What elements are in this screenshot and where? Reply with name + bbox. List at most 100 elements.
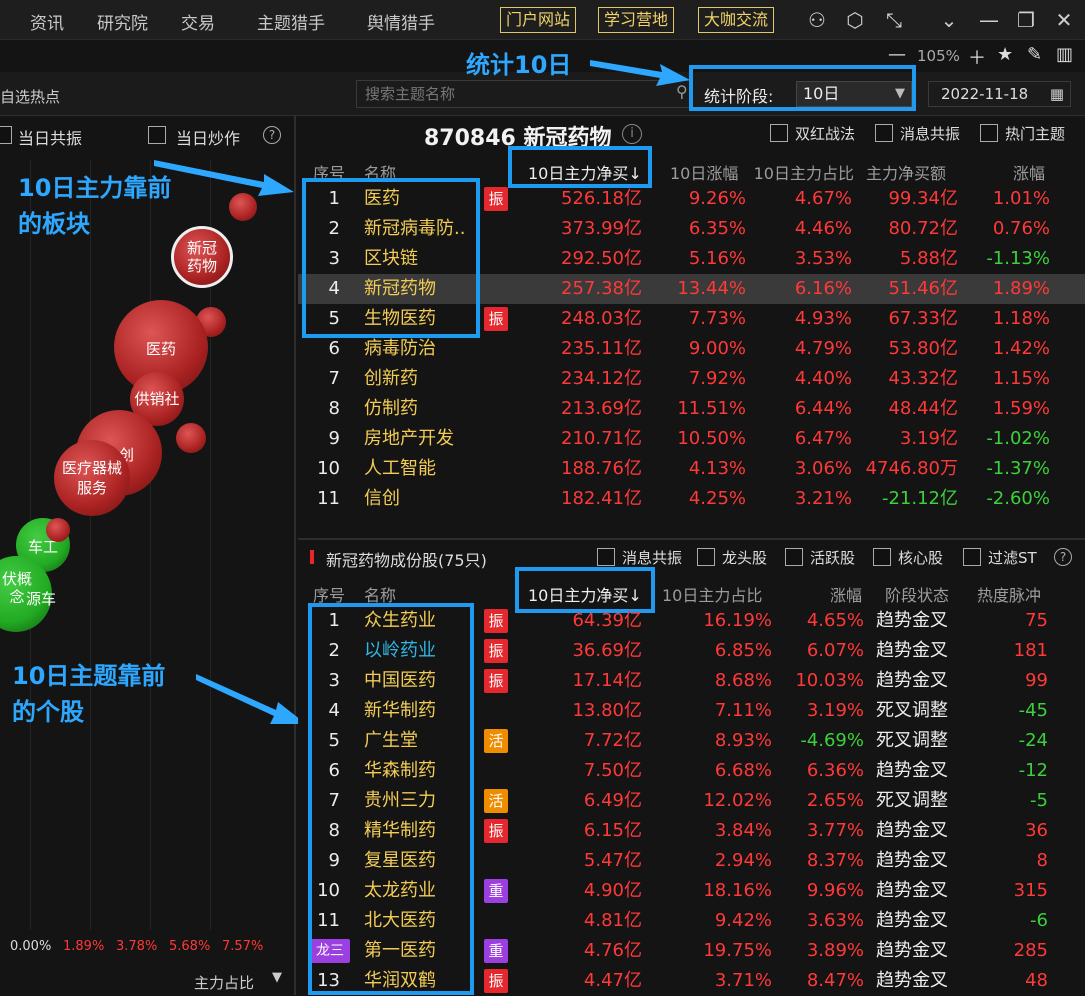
close-icon[interactable]: ✕ [1052, 8, 1076, 32]
help-icon[interactable]: ? [263, 126, 281, 144]
zoom-in-icon[interactable]: ＋ [968, 44, 986, 70]
nav-research[interactable]: 研究院 [97, 9, 148, 34]
stocks-title: 新冠药物成份股(75只) [326, 551, 487, 570]
axis-title[interactable]: 主力占比 [194, 972, 254, 993]
label-double-red: 双红战法 [795, 125, 856, 143]
table-row[interactable]: 7 创新药 234.12亿 7.92% 4.40% 43.32亿 1.15% [298, 364, 1085, 394]
label-active-stock: 活跃股 [810, 549, 856, 567]
highlight-frame [308, 603, 474, 995]
tag-badge: 重 [484, 939, 508, 963]
bubble[interactable] [176, 423, 206, 453]
chevron-down-icon[interactable]: ⌄ [937, 8, 961, 32]
label-same-day-resonance: 当日共振 [18, 129, 83, 148]
row-10d-change: 7.92% [688, 368, 746, 389]
row-stage-state: 死叉调整 [876, 730, 948, 751]
row-main-net-buy: 53.80亿 [888, 338, 958, 359]
table-row[interactable]: 11 信创 182.41亿 4.25% 3.21% -21.12亿 -2.60% [298, 484, 1085, 514]
row-stage-state: 死叉调整 [876, 790, 948, 811]
learning-button[interactable]: 学习营地 [598, 7, 675, 33]
table-row[interactable]: 10 人工智能 188.76亿 4.13% 3.06% 4746.80万 -1.37% [298, 454, 1085, 484]
row-main-net-buy: 3.19亿 [899, 428, 958, 449]
bubble-covid-drug[interactable]: 新冠药物 [171, 226, 233, 288]
col-10d-main-ratio[interactable]: 10日主力占比 [742, 160, 854, 184]
star-icon[interactable]: ★ [997, 44, 1013, 65]
row-10d-main-ratio: 3.84% [714, 820, 772, 841]
row-10d-change: 4.25% [688, 488, 746, 509]
checkbox-core-stock[interactable] [873, 548, 891, 566]
pen-icon[interactable]: ✎ [1027, 44, 1042, 65]
checkbox-filter-st[interactable] [963, 548, 981, 566]
row-heat-pulse: -45 [1018, 700, 1048, 721]
row-heat-pulse: 181 [1013, 640, 1048, 661]
checkbox-same-day-hype[interactable] [148, 126, 166, 144]
table-row[interactable]: 8 仿制药 213.69亿 11.51% 6.44% 48.44亿 1.59% [298, 394, 1085, 424]
top-nav: 资讯 研究院 交易 主题猎手 舆情猎手 门户网站 学习营地 大咖交流 ⚇ ⬡ ⤡… [0, 0, 1085, 40]
row-change: -1.02% [986, 428, 1050, 449]
row-10d-main-buy: 4.90亿 [583, 880, 642, 901]
checkbox-double-red[interactable] [770, 124, 788, 142]
checkbox-news-resonance[interactable] [875, 124, 893, 142]
row-change: 9.96% [806, 880, 864, 901]
axis-tick: 5.68% [169, 939, 211, 954]
collapse-icon[interactable]: ⤡ [882, 8, 906, 32]
nav-theme-hunter[interactable]: 主题猎手 [257, 9, 325, 34]
tag-badge: 振 [484, 609, 508, 633]
row-10d-main-buy: 235.11亿 [561, 338, 642, 359]
table-row[interactable]: 9 房地产开发 210.71亿 10.50% 6.47% 3.19亿 -1.02% [298, 424, 1085, 454]
row-heat-pulse: -6 [1030, 910, 1048, 931]
col-10d-change[interactable]: 10日涨幅 [670, 160, 738, 184]
nav-news[interactable]: 资讯 [30, 9, 64, 34]
minimize-icon[interactable]: — [977, 8, 1001, 32]
checkbox-leader-stock[interactable] [697, 548, 715, 566]
row-10d-main-buy: 234.12亿 [561, 368, 642, 389]
hexagon-icon[interactable]: ⬡ [843, 8, 867, 32]
row-change: 1.18% [992, 308, 1050, 329]
chevron-down-icon[interactable]: ▼ [272, 970, 282, 985]
col-change[interactable]: 涨幅 [830, 582, 862, 606]
nav-trade[interactable]: 交易 [181, 9, 215, 34]
row-change: 8.37% [806, 850, 864, 871]
restore-icon[interactable]: ❐ [1014, 8, 1038, 32]
row-stage-state: 趋势金叉 [876, 820, 948, 841]
annotation-stat: 统计10日 [466, 51, 572, 79]
col-stage-state[interactable]: 阶段状态 [885, 582, 949, 606]
bubble[interactable] [46, 518, 70, 542]
col-10d-main-ratio[interactable]: 10日主力占比 [662, 582, 762, 606]
row-name: 创新药 [364, 368, 418, 389]
bubble-label: 供销社 [134, 390, 180, 408]
user-icon[interactable]: ⚇ [805, 8, 829, 32]
tag-badge: 活 [484, 729, 508, 753]
checkbox-active-stock[interactable] [785, 548, 803, 566]
zoom-out-icon[interactable]: — [888, 44, 906, 65]
info-icon[interactable]: i [622, 124, 642, 144]
row-change: 6.36% [806, 760, 864, 781]
row-10d-main-buy: 257.38亿 [561, 278, 642, 299]
col-change[interactable]: 涨幅 [1013, 160, 1045, 184]
portal-button[interactable]: 门户网站 [500, 7, 577, 33]
row-heat-pulse: 315 [1013, 880, 1048, 901]
checkbox-hot-topic[interactable] [980, 124, 998, 142]
calendar-icon[interactable]: ▦ [1050, 82, 1064, 106]
row-main-net-buy: 80.72亿 [888, 218, 958, 239]
date-field[interactable]: 2022-11-18 ▦ [928, 81, 1071, 107]
col-main-net-buy[interactable]: 主力净买额 [866, 160, 946, 184]
checkbox-same-day-resonance[interactable] [0, 126, 12, 144]
row-heat-pulse: 75 [1025, 610, 1048, 631]
row-stage-state: 趋势金叉 [876, 760, 948, 781]
row-10d-main-buy: 4.76亿 [583, 940, 642, 961]
layout-icon[interactable]: ▥ [1056, 44, 1073, 65]
row-no: 11 [317, 488, 340, 509]
help-icon[interactable]: ? [1054, 548, 1072, 566]
arrow-icon [196, 674, 306, 724]
row-10d-main-ratio: 8.68% [714, 670, 772, 691]
col-heat-pulse[interactable]: 热度脉冲 [977, 582, 1041, 606]
row-10d-main-ratio: 12.02% [703, 790, 772, 811]
checkbox-news-resonance[interactable] [597, 548, 615, 566]
table-row[interactable]: 6 病毒防治 235.11亿 9.00% 4.79% 53.80亿 1.42% [298, 334, 1085, 364]
row-10d-main-buy: 182.41亿 [561, 488, 642, 509]
row-10d-main-ratio: 19.75% [703, 940, 772, 961]
bubble-medical-device[interactable]: 医疗器械服务 [54, 440, 130, 516]
row-main-net-buy: 43.32亿 [888, 368, 958, 389]
expert-button[interactable]: 大咖交流 [698, 7, 775, 33]
nav-sentiment-hunter[interactable]: 舆情猎手 [367, 9, 435, 34]
